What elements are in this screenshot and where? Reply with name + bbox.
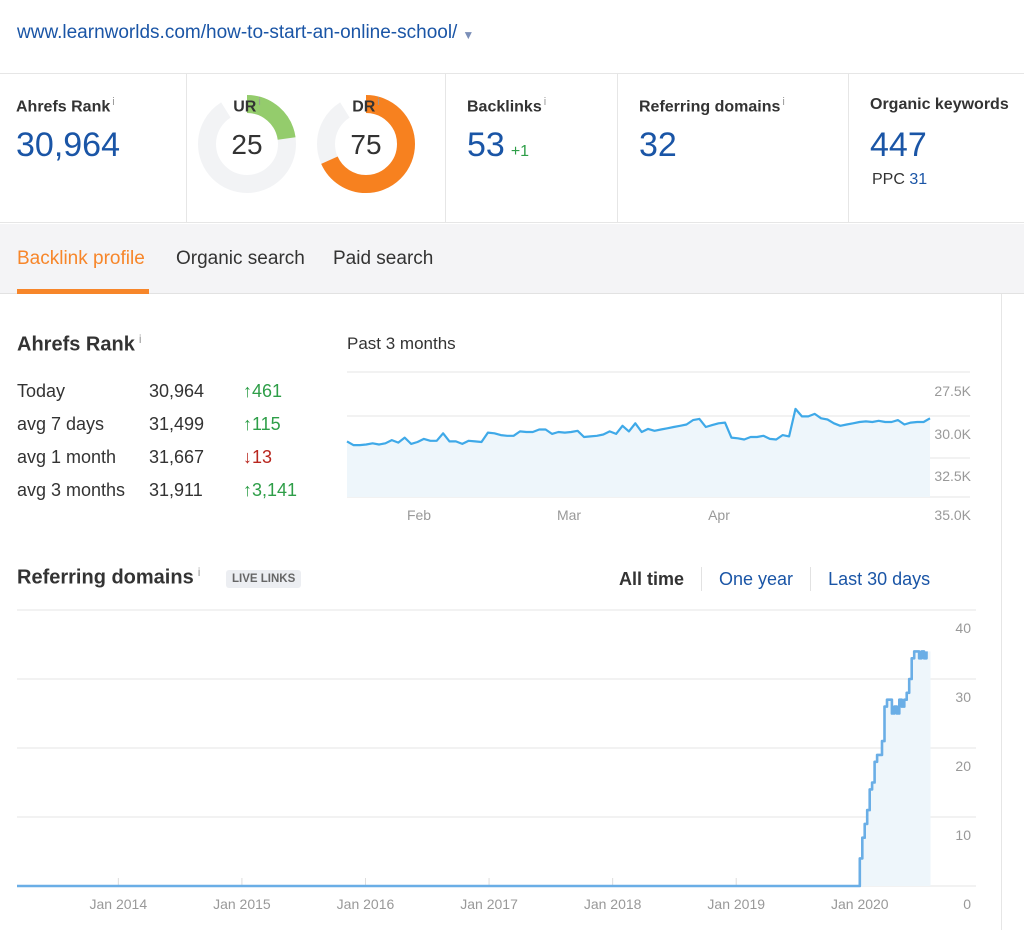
ur-gauge[interactable]: UR i 25 [197, 94, 297, 194]
x-tick-label: Jan 2015 [213, 896, 271, 912]
dr-label: DR i [352, 96, 380, 116]
active-tab-indicator [17, 289, 149, 294]
y-tick-label: 10 [955, 827, 971, 843]
period-label: avg 7 days [17, 414, 105, 434]
target-url[interactable]: www.learnworlds.com/how-to-start-an-onli… [17, 22, 457, 44]
backlinks-count[interactable]: 53 [467, 126, 505, 164]
y-tick-label: 20 [955, 758, 971, 774]
period-label: Today [17, 381, 66, 401]
x-tick-label: Jan 2016 [337, 896, 395, 912]
metric-ahrefs-rank: Ahrefs Rank i 30,964 [0, 74, 187, 222]
x-tick-label: Feb [407, 507, 431, 523]
info-icon[interactable]: i [112, 96, 114, 108]
backlinks-delta: +1 [510, 143, 530, 160]
rank-chart-title: Past 3 months [347, 334, 456, 353]
tab-organic-search[interactable]: Organic search [176, 248, 305, 270]
series-area [857, 651, 931, 886]
x-tick-label: Apr [708, 507, 730, 523]
info-icon[interactable]: i [258, 96, 260, 108]
rank-value: 31,667 [149, 447, 205, 467]
rank-value: 30,964 [149, 381, 205, 401]
backlinks-value: 53 +1 [467, 126, 529, 165]
table-row: Today 30,964 ↑461 [17, 381, 327, 414]
time-range-switch: All time One year Last 30 days [619, 567, 930, 591]
metric-label: Ahrefs Rank i [16, 96, 115, 116]
metric-label: Organic keywords [870, 96, 1009, 113]
range-divider [701, 567, 703, 591]
y-tick-label: 30 [955, 689, 971, 705]
dr-gauge[interactable]: DR i 75 [316, 94, 416, 194]
y-tick-label: 27.5K [934, 383, 971, 399]
metrics-bar: Ahrefs Rank i 30,964 UR i 25 DR i 75 Backli… [0, 73, 1024, 223]
rank-change: ↑461 [243, 381, 283, 401]
ppc-keywords: PPC 31 [872, 171, 928, 188]
ur-label: UR i [233, 96, 261, 116]
y-tick-label: 35.0K [934, 507, 971, 523]
ur-value: 25 [231, 129, 263, 160]
rank-change: ↓13 [243, 447, 273, 467]
ahrefs-rank-chart[interactable]: 27.5K 30.0K 32.5K 35.0K Feb Mar Apr [340, 360, 980, 530]
panel-divider [1001, 294, 1002, 930]
table-row: avg 7 days 31,499 ↑115 [17, 414, 327, 447]
x-tick-label: Jan 2020 [831, 896, 889, 912]
x-tick-label: Jan 2019 [707, 896, 765, 912]
period-label: avg 3 months [17, 480, 126, 500]
metric-backlinks: Backlinks i 53 +1 [446, 74, 618, 222]
y-tick-label: 30.0K [934, 426, 971, 442]
range-divider [810, 567, 812, 591]
range-one-year[interactable]: One year [719, 569, 793, 590]
x-tick-label: Jan 2014 [90, 896, 148, 912]
url-selector[interactable]: www.learnworlds.com/how-to-start-an-onli… [17, 22, 474, 44]
range-last-30-days[interactable]: Last 30 days [828, 569, 930, 590]
organic-keywords-value[interactable]: 447 [870, 126, 927, 165]
arrow-down-icon: ↓ [243, 447, 252, 467]
series-line [17, 650, 928, 888]
info-icon[interactable]: i [544, 96, 546, 108]
tab-backlink-profile[interactable]: Backlink profile [17, 248, 145, 270]
table-row: avg 1 month 31,667 ↓13 [17, 447, 327, 480]
referring-domains-value[interactable]: 32 [639, 126, 677, 165]
x-tick-label: Mar [557, 507, 581, 523]
ppc-value[interactable]: 31 [909, 171, 927, 188]
caret-down-icon[interactable]: ▼ [462, 28, 474, 42]
ahrefs-rank-heading: Ahrefs Rank i [17, 332, 142, 356]
x-tick-label: Jan 2018 [584, 896, 642, 912]
y-tick-label: 40 [955, 620, 971, 636]
info-icon[interactable]: i [782, 96, 784, 108]
rank-value: 31,911 [149, 480, 203, 500]
metric-organic-keywords: Organic keywords 447 PPC 31 [849, 74, 1024, 222]
metric-label: Referring domains i [639, 96, 785, 116]
x-tick-label: Jan 2017 [460, 896, 518, 912]
series-area [347, 408, 930, 497]
metric-referring-domains: Referring domains i 32 [618, 74, 849, 222]
y-tick-label: 0 [963, 896, 971, 912]
arrow-up-icon: ↑ [243, 414, 252, 434]
rank-value: 31,499 [149, 414, 205, 434]
referring-domains-chart[interactable]: 0 10 20 30 40 Jan 2014 Jan 2015 Jan 2016 Jan 201… [0, 600, 1000, 930]
live-links-badge: LIVE LINKS [226, 570, 302, 588]
y-tick-label: 32.5K [934, 468, 971, 484]
rank-change: ↑3,141 [243, 480, 298, 500]
ahrefs-rank-value[interactable]: 30,964 [16, 126, 120, 165]
referring-domains-heading: Referring domains i [17, 565, 201, 589]
ahrefs-rank-table: Today 30,964 ↑461 avg 7 days 31,499 ↑115… [17, 381, 327, 513]
rank-change: ↑115 [243, 414, 281, 434]
dr-value: 75 [350, 129, 382, 160]
arrow-up-icon: ↑ [243, 381, 252, 401]
tab-paid-search[interactable]: Paid search [333, 248, 433, 270]
info-icon[interactable]: i [377, 96, 379, 108]
info-icon[interactable]: i [139, 332, 142, 346]
section-tabs: Backlink profile Organic search Paid sea… [0, 224, 1024, 294]
metric-label: Backlinks i [467, 96, 547, 116]
period-label: avg 1 month [17, 447, 117, 467]
metric-rating-rings: UR i 25 DR i 75 [187, 74, 446, 222]
range-all-time[interactable]: All time [619, 569, 684, 590]
info-icon[interactable]: i [198, 565, 201, 579]
arrow-up-icon: ↑ [243, 480, 252, 500]
table-row: avg 3 months 31,911 ↑3,141 [17, 480, 327, 513]
